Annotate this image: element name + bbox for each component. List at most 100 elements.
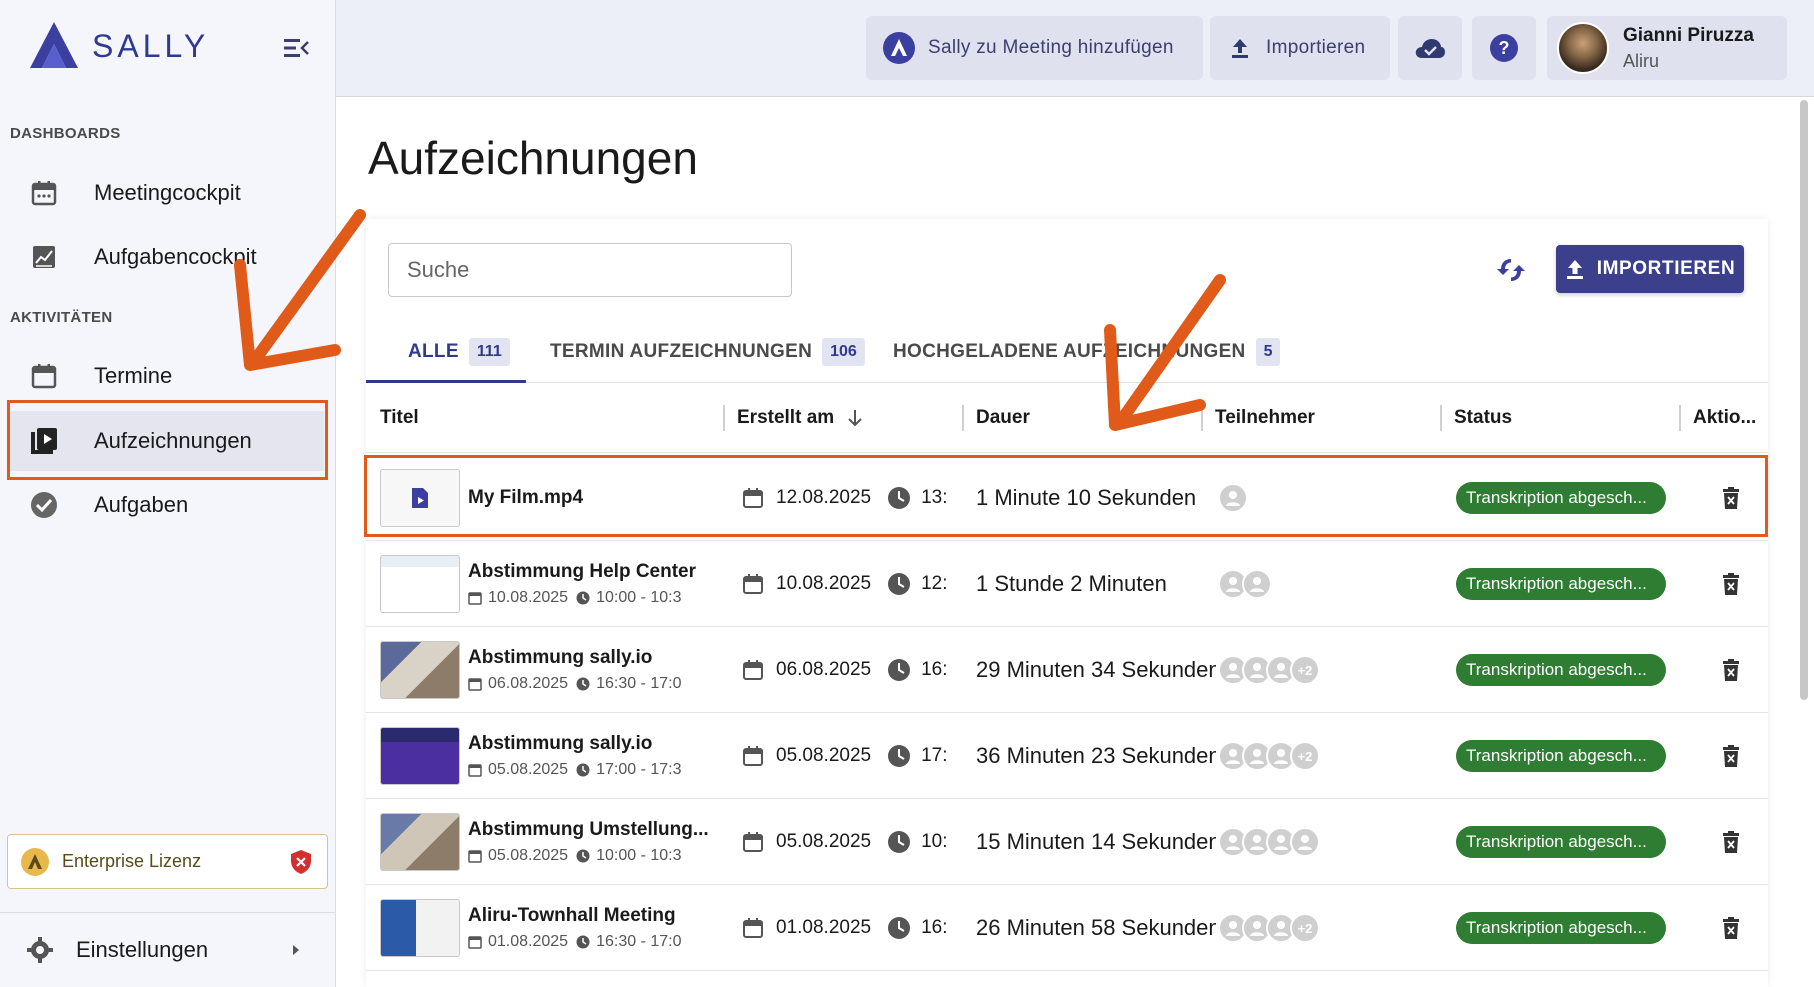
delete-icon[interactable] bbox=[1720, 830, 1742, 854]
column-separator[interactable] bbox=[1440, 405, 1442, 431]
video-thumbnail[interactable] bbox=[380, 555, 460, 613]
settings-label: Einstellungen bbox=[76, 937, 209, 962]
delete-icon[interactable] bbox=[1720, 486, 1742, 510]
status-badge: Transkription abgesch... bbox=[1456, 568, 1666, 600]
sidebar-item-meetingcockpit[interactable]: Meetingcockpit bbox=[10, 163, 324, 223]
created-time: 12: bbox=[921, 573, 948, 594]
column-separator[interactable] bbox=[1201, 405, 1203, 431]
logo[interactable]: SALLY bbox=[26, 18, 209, 74]
sidebar-item-label: Termine bbox=[94, 363, 173, 388]
tab-hochgeladene-aufzeichnungen[interactable]: HOCHGELADENE AUFZEICHNUNGEN 5 bbox=[893, 321, 1281, 383]
person-icon bbox=[1250, 749, 1264, 764]
meeting-date: 10.08.2025 bbox=[488, 589, 569, 606]
refresh-icon bbox=[1497, 259, 1525, 281]
table-row[interactable]: Aliru-Townhall Meeting 01.08.2025 16:30 - … bbox=[366, 885, 1768, 971]
chevron-right-icon bbox=[293, 945, 299, 955]
video-thumbnail[interactable] bbox=[380, 899, 460, 957]
collapse-sidebar-button[interactable] bbox=[282, 36, 310, 60]
calendar-icon bbox=[743, 918, 763, 938]
tabs: ALLE 111 TERMIN AUFZEICHNUNGEN 106 HOCHG… bbox=[366, 321, 1768, 383]
video-thumbnail[interactable] bbox=[380, 641, 460, 699]
recording-title[interactable]: Abstimmung sally.io bbox=[468, 733, 652, 755]
chart-icon bbox=[28, 241, 60, 273]
column-header-titel[interactable]: Titel bbox=[380, 383, 419, 453]
participant-more[interactable]: +2 bbox=[1290, 913, 1320, 943]
participant-avatar[interactable] bbox=[1242, 569, 1272, 599]
recording-title[interactable]: Aliru-Townhall Meeting bbox=[468, 905, 676, 927]
delete-icon[interactable] bbox=[1720, 572, 1742, 596]
column-separator[interactable] bbox=[962, 405, 964, 431]
participants: +2 bbox=[1218, 713, 1320, 799]
tab-alle[interactable]: ALLE 111 bbox=[408, 321, 510, 383]
license-badge[interactable]: Enterprise Lizenz bbox=[7, 834, 328, 889]
video-thumbnail[interactable] bbox=[380, 813, 460, 871]
created-date: 01.08.2025 bbox=[776, 917, 872, 938]
participant-more[interactable]: +2 bbox=[1290, 655, 1320, 685]
calendar-icon bbox=[743, 832, 763, 852]
calendar-icon bbox=[468, 764, 482, 777]
table-header: Titel Erstellt am Dauer Teilnehmer Statu… bbox=[366, 383, 1768, 453]
table-row[interactable]: My Film.mp4 12.08.2025 13: 1 Minute 10 Seku… bbox=[364, 455, 1768, 541]
tab-termin-aufzeichnungen[interactable]: TERMIN AUFZEICHNUNGEN 106 bbox=[550, 321, 865, 383]
gear-icon bbox=[27, 937, 53, 963]
logo-text: SALLY bbox=[92, 27, 210, 64]
created-date: 10.08.2025 bbox=[776, 573, 872, 594]
sidebar-item-termine[interactable]: Termine bbox=[10, 346, 324, 406]
meeting-time: 16:30 - 17:0 bbox=[596, 933, 682, 950]
calendar-icon bbox=[468, 936, 482, 949]
sidebar-item-aufgaben[interactable]: Aufgaben bbox=[10, 475, 324, 535]
table-row[interactable]: Abstimmung Help Center 10.08.2025 10:00 - … bbox=[366, 541, 1768, 627]
person-icon bbox=[1274, 663, 1288, 678]
recording-title[interactable]: Abstimmung Help Center bbox=[468, 561, 696, 583]
duration: 29 Minuten 34 Sekunden bbox=[976, 657, 1216, 682]
column-header-status[interactable]: Status bbox=[1454, 383, 1512, 453]
created-date: 05.08.2025 bbox=[776, 745, 872, 766]
file-thumbnail[interactable] bbox=[380, 469, 460, 527]
user-name: Gianni Piruzza bbox=[1623, 24, 1754, 46]
participant-more[interactable]: +2 bbox=[1290, 741, 1320, 771]
add-sally-to-meeting-button[interactable]: Sally zu Meeting hinzufügen bbox=[866, 16, 1203, 80]
sidebar-item-aufgabencockpit[interactable]: Aufgabencockpit bbox=[10, 227, 324, 287]
delete-icon[interactable] bbox=[1720, 658, 1742, 682]
column-header-teilnehmer[interactable]: Teilnehmer bbox=[1215, 383, 1315, 453]
column-header-dauer[interactable]: Dauer bbox=[976, 383, 1030, 453]
search-input[interactable] bbox=[388, 243, 792, 297]
person-icon bbox=[1226, 921, 1240, 936]
recording-title[interactable]: Abstimmung Umstellung... bbox=[468, 819, 709, 841]
delete-icon[interactable] bbox=[1720, 916, 1742, 940]
status-badge: Transkription abgesch... bbox=[1456, 740, 1666, 772]
duration: 26 Minuten 58 Sekunden bbox=[976, 915, 1216, 940]
participant-avatar[interactable] bbox=[1218, 483, 1248, 513]
clock-icon bbox=[576, 763, 590, 777]
refresh-button[interactable] bbox=[1494, 253, 1528, 287]
status-badge: Transkription abgesch... bbox=[1456, 912, 1666, 944]
column-header-aktionen[interactable]: Aktio... bbox=[1693, 383, 1756, 453]
column-separator[interactable] bbox=[1679, 405, 1681, 431]
cloud-sync-button[interactable] bbox=[1398, 16, 1462, 80]
clock-icon bbox=[888, 917, 911, 939]
column-separator[interactable] bbox=[723, 405, 725, 431]
table-row[interactable]: Abstimmung Umstellung... 05.08.2025 10:00 … bbox=[366, 799, 1768, 885]
participant-avatar[interactable] bbox=[1290, 827, 1320, 857]
duration: 15 Minuten 14 Sekunden bbox=[976, 829, 1216, 854]
recording-title[interactable]: Abstimmung sally.io bbox=[468, 647, 652, 669]
person-icon bbox=[1226, 835, 1240, 850]
help-button[interactable]: ? bbox=[1472, 16, 1536, 80]
duration: 36 Minuten 23 Sekunden bbox=[976, 743, 1216, 768]
delete-icon[interactable] bbox=[1720, 744, 1742, 768]
recording-title[interactable]: My Film.mp4 bbox=[468, 487, 583, 509]
import-topbar-button[interactable]: Importieren bbox=[1210, 16, 1390, 80]
settings-item[interactable]: Einstellungen bbox=[0, 912, 336, 987]
scrollbar[interactable] bbox=[1800, 100, 1808, 700]
check-circle-icon bbox=[28, 489, 60, 521]
column-header-erstellt-am[interactable]: Erstellt am bbox=[737, 383, 864, 453]
meeting-time: 10:00 - 10:3 bbox=[596, 847, 682, 864]
user-menu-button[interactable]: Gianni Piruzza Aliru bbox=[1547, 16, 1787, 80]
video-thumbnail[interactable] bbox=[380, 727, 460, 785]
table-row[interactable]: Abstimmung sally.io 06.08.2025 16:30 - 17:… bbox=[366, 627, 1768, 713]
sidebar-item-aufzeichnungen[interactable]: Aufzeichnungen bbox=[10, 411, 324, 471]
import-button[interactable]: IMPORTIEREN bbox=[1556, 245, 1744, 293]
table-row[interactable]: Abstimmung sally.io 05.08.2025 17:00 - 17:… bbox=[366, 713, 1768, 799]
tab-label: ALLE bbox=[408, 341, 459, 362]
meeting-date: 06.08.2025 bbox=[488, 675, 569, 692]
